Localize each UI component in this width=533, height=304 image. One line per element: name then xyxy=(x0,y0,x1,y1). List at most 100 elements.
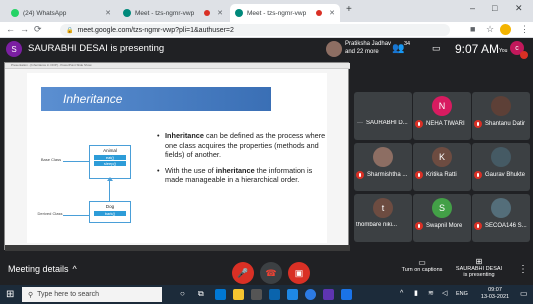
base-class-label: Base Class xyxy=(40,157,62,162)
participant-name: Kritika Ratti xyxy=(415,171,457,179)
battery-icon[interactable]: ▮ xyxy=(414,289,418,297)
tab-meet-2[interactable]: Meet - tzs-ngmr-vwp ✕ xyxy=(230,4,340,22)
participant-avatar: S xyxy=(432,198,452,218)
mic-off-icon xyxy=(415,120,423,128)
teams-icon[interactable] xyxy=(323,289,334,300)
clock-time: 9:07 AM xyxy=(455,42,500,56)
participant-tile[interactable]: K Kritika Ratti xyxy=(413,143,471,191)
menu-icon[interactable]: ⋮ xyxy=(520,24,529,35)
mic-toggle-button[interactable]: 🎤 xyxy=(232,262,254,284)
participant-photo xyxy=(491,96,511,116)
participant-tile[interactable]: Gaurav Bhukte xyxy=(472,143,530,191)
meeting-details-button[interactable]: Meeting details ^ xyxy=(8,264,77,274)
participant-tile[interactable]: Sharmishtha ... xyxy=(354,143,412,191)
participant-tile[interactable]: S Swapnil More xyxy=(413,194,471,242)
chrome-icon[interactable] xyxy=(305,289,316,300)
close-tab-icon[interactable]: ✕ xyxy=(217,9,223,17)
mail-icon[interactable] xyxy=(269,289,280,300)
mic-off-icon xyxy=(415,222,423,230)
new-tab-button[interactable]: + xyxy=(346,4,352,15)
windows-start-icon[interactable]: ⊞ xyxy=(6,289,14,300)
cortana-icon[interactable]: ○ xyxy=(180,289,185,298)
animal-class-name: Animal xyxy=(103,148,117,153)
browser-tab-bar: (24) WhatsApp ✕ Meet - tzs-ngmr-vwp ✕ Me… xyxy=(0,0,533,22)
language-indicator[interactable]: ENG xyxy=(456,291,468,297)
bullet-1: Inheritance can be defined as the proces… xyxy=(157,131,327,160)
close-tab-icon[interactable]: ✕ xyxy=(329,9,335,17)
url-field[interactable]: 🔒 meet.google.com/tzs-ngmr-vwp?pli=1&aut… xyxy=(60,24,450,36)
file-explorer-icon[interactable] xyxy=(233,289,244,300)
slideshow-controls[interactable] xyxy=(5,245,350,251)
eat-method: eat() xyxy=(94,155,126,160)
volume-icon[interactable]: ◁ xyxy=(442,289,447,297)
present-now-button[interactable]: ⊞ SAURABHI DESAI is presenting xyxy=(455,257,503,278)
meet-header: S SAURABHI DESAI is presenting Pratiksha… xyxy=(0,38,533,60)
star-icon[interactable]: ☆ xyxy=(486,24,494,35)
edge-icon[interactable] xyxy=(215,289,226,300)
taskbar-clock[interactable]: 09:07 13-03-2021 xyxy=(475,287,515,301)
mic-off-icon xyxy=(474,222,482,230)
tab-meet-1[interactable]: Meet - tzs-ngmr-vwp ✕ xyxy=(118,4,228,22)
notifications-icon[interactable]: ▭ xyxy=(520,289,528,298)
dog-class-box: Dog bark() xyxy=(89,201,131,223)
participant-tile[interactable]: Shantanu Datir xyxy=(472,92,530,140)
meet-app-icon[interactable] xyxy=(341,289,352,300)
minimize-button[interactable]: – xyxy=(470,3,475,13)
leave-call-button[interactable]: ☎ xyxy=(260,262,282,284)
participant-name: Swapnil More xyxy=(415,222,462,230)
close-window-button[interactable]: ✕ xyxy=(515,3,523,14)
store-icon[interactable] xyxy=(251,289,262,300)
participant-name: SECOA146 S... xyxy=(474,222,527,230)
dog-class-name: Dog xyxy=(105,204,115,209)
sleep-method: sleep() xyxy=(94,161,126,166)
taskbar-search[interactable]: ⚲ Type here to search xyxy=(22,287,162,302)
mic-off-icon xyxy=(474,120,482,128)
chevron-up-icon: ^ xyxy=(72,264,77,274)
participant-tile[interactable]: N NEHA TIWARI xyxy=(413,92,471,140)
participant-name: ··· SAURABHI D... xyxy=(357,120,408,126)
tray-chevron-icon[interactable]: ^ xyxy=(400,290,403,297)
photos-icon[interactable] xyxy=(287,289,298,300)
search-icon: ⚲ xyxy=(28,291,34,299)
meet-control-bar: Meeting details ^ 🎤 ☎ ▣ ▭ Turn on caption… xyxy=(0,255,533,285)
meet-icon xyxy=(235,9,243,17)
participant-tile[interactable]: SECOA146 S... xyxy=(472,194,530,242)
mic-off-icon xyxy=(474,171,482,179)
people-icon[interactable]: 👥 xyxy=(392,43,404,54)
camera-toggle-button[interactable]: ▣ xyxy=(288,262,310,284)
reload-icon[interactable]: ⟳ xyxy=(34,24,42,35)
captions-button[interactable]: ▭ Turn on captions xyxy=(392,258,452,273)
slideshow-titlebar: Presentation - [Inheritance in OOP] - Po… xyxy=(5,63,350,69)
camera-icon[interactable]: ■ xyxy=(470,24,475,34)
wifi-icon[interactable]: ≋ xyxy=(428,289,434,297)
participant-name: NEHA TIWARI xyxy=(415,120,465,128)
participant-avatar: N xyxy=(432,96,452,116)
you-label: You xyxy=(499,48,508,54)
bark-method: bark() xyxy=(94,211,126,216)
more-options-icon[interactable]: ⋮ xyxy=(518,264,528,275)
mic-off-icon xyxy=(356,171,364,179)
self-mic-off-icon xyxy=(520,51,528,59)
lock-icon: 🔒 xyxy=(66,27,74,34)
close-tab-icon[interactable]: ✕ xyxy=(105,9,111,17)
back-icon[interactable]: ← xyxy=(6,24,15,34)
tab-whatsapp[interactable]: (24) WhatsApp ✕ xyxy=(6,4,116,22)
participant-tile[interactable]: t thombare niki... xyxy=(354,194,412,242)
participant-name: Gaurav Bhukte xyxy=(474,171,525,179)
participant-count: 34 xyxy=(404,41,411,47)
address-bar-row: ← → ⟳ 🔒 meet.google.com/tzs-ngmr-vwp?pli… xyxy=(0,22,533,38)
present-icon: ⊞ xyxy=(475,257,483,266)
phone-icon: ☎ xyxy=(265,267,277,278)
animal-class-box: Animal eat() sleep() xyxy=(89,145,131,179)
derived-class-label: Derived Class xyxy=(37,211,63,216)
whatsapp-icon xyxy=(11,9,19,17)
participant-name: Sharmishtha ... xyxy=(356,171,407,179)
participant-tile[interactable]: ··· SAURABHI D... xyxy=(354,92,412,140)
forward-icon[interactable]: → xyxy=(20,24,29,34)
task-view-icon[interactable]: ⧉ xyxy=(198,289,204,299)
camera-off-icon: ▣ xyxy=(294,267,304,278)
chat-icon[interactable]: ▭ xyxy=(432,43,441,54)
profile-avatar[interactable] xyxy=(500,24,511,35)
slide: Inheritance Base Class Derived Class Ani… xyxy=(27,73,327,243)
maximize-button[interactable]: □ xyxy=(492,3,497,13)
